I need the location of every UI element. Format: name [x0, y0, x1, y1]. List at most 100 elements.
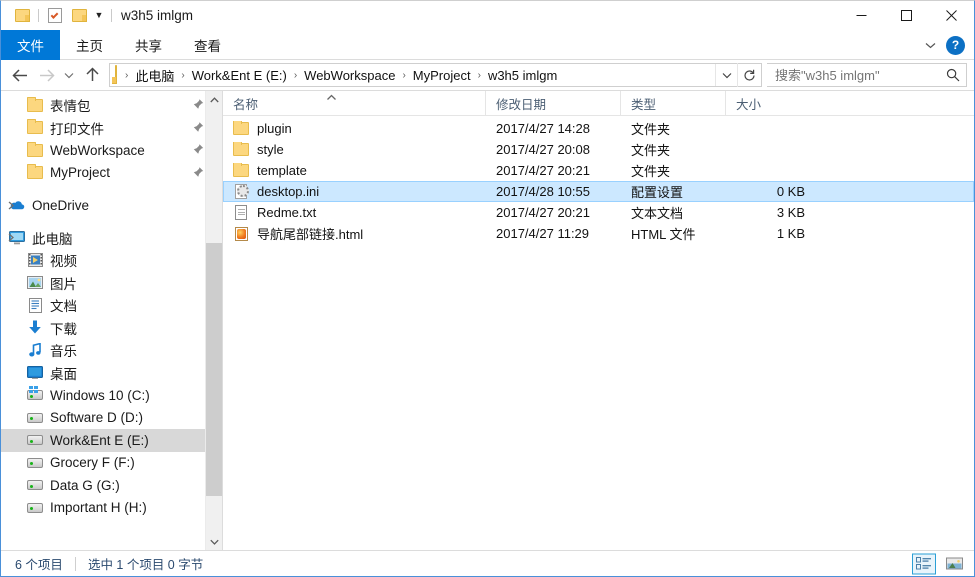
address-dropdown-chevron-down-icon[interactable]	[715, 64, 737, 86]
details-view-icon[interactable]	[912, 553, 936, 574]
folder-icon	[233, 141, 249, 158]
table-row[interactable]: style 2017/4/27 20:08 文件夹	[223, 139, 974, 160]
nav-scroll-down-chevron-down-icon[interactable]	[206, 533, 222, 550]
customize-qat-chevron-down-icon[interactable]: ▼	[91, 11, 107, 20]
status-divider	[74, 556, 76, 571]
nav-group-spacer	[1, 184, 222, 194]
table-row[interactable]: plugin 2017/4/27 14:28 文件夹	[223, 118, 974, 139]
table-row[interactable]: Redme.txt 2017/4/27 20:21 文本文档 3 KB	[223, 202, 974, 223]
search-icon[interactable]	[940, 64, 966, 86]
sidebar-item-下载[interactable]: 下载	[1, 317, 222, 340]
folder-icon	[27, 96, 43, 113]
breadcrumb-item-0[interactable]: 此电脑	[132, 65, 177, 86]
sidebar-item-work-ent-e-e[interactable]: Work&Ent E (E:)	[1, 429, 222, 452]
status-bar: 6 个项目 选中 1 个项目 0 字节	[1, 550, 974, 576]
breadcrumb-separator-2[interactable]: ›	[290, 70, 301, 81]
pin-icon[interactable]	[193, 98, 204, 113]
file-type-label: HTML 文件	[631, 227, 696, 242]
tab-home[interactable]: 主页	[60, 30, 119, 60]
breadcrumb-bar[interactable]: › 此电脑 › Work&Ent E (E:) › WebWorkspace ›…	[109, 63, 762, 87]
file-size-label: 3 KB	[776, 205, 805, 220]
navigation-pane: 表情包 打印文件 WebWorkspace MyProject OneDrive 此电脑视…	[1, 91, 223, 550]
help-button[interactable]: ?	[946, 35, 965, 55]
file-date-label: 2017/4/27 14:28	[496, 121, 590, 136]
breadcrumb-item-3[interactable]: MyProject	[410, 67, 474, 84]
breadcrumb-item-2[interactable]: WebWorkspace	[301, 67, 398, 84]
breadcrumb-separator-4[interactable]: ›	[474, 70, 485, 81]
expand-ribbon-chevron-down-icon[interactable]	[918, 33, 942, 57]
breadcrumb-separator-3[interactable]: ›	[398, 70, 409, 81]
sidebar-item-data-g-g[interactable]: Data G (G:)	[1, 474, 222, 497]
sidebar-item-myproject[interactable]: MyProject	[1, 162, 222, 185]
tab-view[interactable]: 查看	[178, 30, 237, 60]
breadcrumb-item-4[interactable]: w3h5 imlgm	[485, 67, 560, 84]
sidebar-item-文档[interactable]: 文档	[1, 294, 222, 317]
sidebar-item-windows-10-c[interactable]: Windows 10 (C:)	[1, 384, 222, 407]
sidebar-item-software-d-d[interactable]: Software D (D:)	[1, 407, 222, 430]
large-icons-view-icon[interactable]	[942, 553, 966, 574]
sidebar-item-grocery-f-f[interactable]: Grocery F (F:)	[1, 452, 222, 475]
nav-scrollbar[interactable]	[205, 91, 222, 550]
refresh-icon[interactable]	[737, 63, 761, 87]
sidebar-item-important-h-h[interactable]: Important H (H:)	[1, 497, 222, 520]
content-pane: 名称 修改日期 类型 大小 plugin 2017/4/27 14:28 文件夹 st…	[223, 90, 974, 550]
breadcrumb: › 此电脑 › Work&Ent E (E:) › WebWorkspace ›…	[121, 65, 715, 86]
breadcrumb-item-1[interactable]: Work&Ent E (E:)	[189, 67, 290, 84]
nav-scrollbar-thumb[interactable]	[206, 243, 222, 496]
sidebar-item-表情包[interactable]: 表情包	[1, 94, 222, 117]
sidebar-item-label: 图片	[50, 276, 77, 292]
close-button[interactable]	[929, 1, 974, 30]
folder-icon	[27, 119, 43, 136]
breadcrumb-separator-1[interactable]: ›	[177, 70, 188, 81]
column-header-type[interactable]: 类型	[620, 90, 725, 116]
file-type-label: 文本文档	[631, 206, 684, 221]
navigation-list: 表情包 打印文件 WebWorkspace MyProject OneDrive 此电脑视…	[1, 91, 222, 519]
tab-share[interactable]: 共享	[119, 30, 178, 60]
table-row[interactable]: template 2017/4/27 20:21 文件夹	[223, 160, 974, 181]
sidebar-item-桌面[interactable]: 桌面	[1, 362, 222, 385]
html-file-icon	[233, 226, 249, 242]
pin-icon[interactable]	[193, 143, 204, 158]
nav-scroll-up-chevron-up-icon[interactable]	[206, 91, 222, 108]
column-header-size[interactable]: 大小	[725, 90, 813, 116]
sidebar-item-label: WebWorkspace	[50, 142, 145, 158]
drive-icon	[27, 455, 43, 471]
search-box[interactable]	[767, 63, 967, 87]
column-header-name[interactable]: 名称	[223, 91, 485, 116]
pin-icon[interactable]	[193, 165, 204, 180]
recent-locations-chevron-down-icon[interactable]	[59, 62, 79, 88]
sort-ascending-chevron-up-icon	[326, 90, 337, 104]
back-button[interactable]	[7, 62, 33, 88]
sidebar-item-音乐[interactable]: 音乐	[1, 339, 222, 362]
column-header-date[interactable]: 修改日期	[485, 90, 620, 116]
properties-icon[interactable]	[43, 4, 67, 28]
expand-chevron-right-icon[interactable]	[5, 232, 17, 244]
ini-file-icon	[233, 184, 249, 200]
search-input[interactable]	[767, 67, 940, 83]
sidebar-item-视频[interactable]: 视频	[1, 249, 222, 272]
table-row[interactable]: 导航尾部链接.html 2017/4/27 11:29 HTML 文件 1 KB	[223, 223, 974, 244]
window-controls	[839, 1, 974, 30]
desktop-icon	[27, 365, 43, 381]
tab-file[interactable]: 文件	[1, 30, 60, 60]
folder-icon	[233, 162, 249, 179]
file-type-label: 文件夹	[631, 122, 671, 137]
maximize-button[interactable]	[884, 1, 929, 30]
sidebar-item-onedrive[interactable]: OneDrive	[1, 194, 222, 217]
sidebar-item-webworkspace[interactable]: WebWorkspace	[1, 139, 222, 162]
new-folder-icon[interactable]	[67, 4, 91, 28]
sidebar-item-此电脑[interactable]: 此电脑	[1, 227, 222, 250]
file-name-label: plugin	[257, 121, 292, 136]
minimize-button[interactable]	[839, 1, 884, 30]
pin-icon[interactable]	[193, 120, 204, 135]
up-button[interactable]	[79, 62, 105, 88]
cell-name: desktop.ini	[224, 184, 486, 200]
sidebar-item-label: 视频	[50, 254, 77, 270]
breadcrumb-separator-0[interactable]: ›	[121, 70, 132, 81]
expand-chevron-right-icon[interactable]	[5, 199, 17, 211]
forward-button[interactable]	[33, 62, 59, 88]
table-row[interactable]: desktop.ini 2017/4/28 10:55 配置设置 0 KB	[223, 181, 974, 202]
folder-icon	[27, 141, 43, 158]
sidebar-item-图片[interactable]: 图片	[1, 272, 222, 295]
sidebar-item-打印文件[interactable]: 打印文件	[1, 117, 222, 140]
